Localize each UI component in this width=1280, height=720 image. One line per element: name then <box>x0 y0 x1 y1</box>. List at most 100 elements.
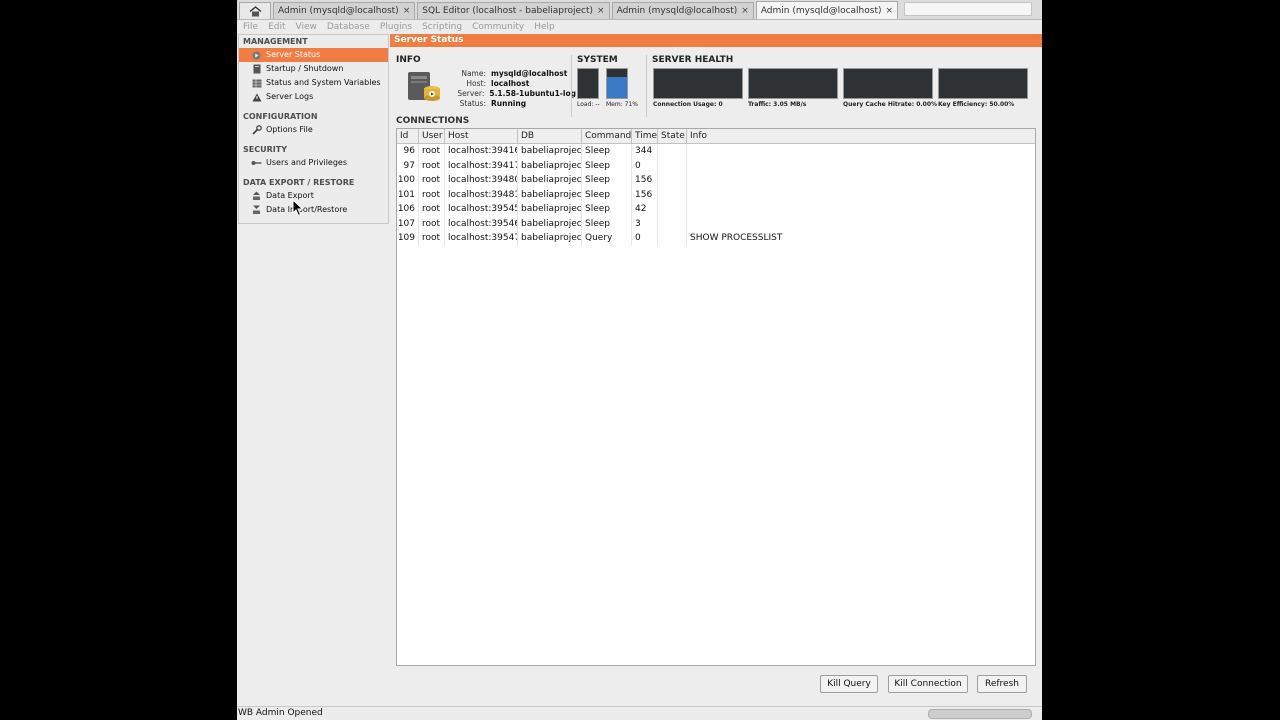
kill-connection-button[interactable]: Kill Connection <box>888 675 968 693</box>
column-header-user[interactable]: User <box>419 129 445 143</box>
column-header-db[interactable]: DB <box>518 129 582 143</box>
cell-state <box>658 158 687 173</box>
info-key: Name: <box>461 69 486 78</box>
cell-host: localhost:39546 <box>445 216 518 231</box>
sidebar-item-label: Status and System Variables <box>266 78 381 87</box>
refresh-button[interactable]: Refresh <box>977 675 1027 693</box>
info-title: INFO <box>396 55 421 65</box>
play-icon <box>251 50 262 60</box>
cell-info <box>687 217 1035 232</box>
cell-command: Sleep <box>582 202 632 217</box>
info-value: mysqld@localhost <box>491 69 568 78</box>
table-row[interactable]: 109 root localhost:39547 babeliaproject Quer… <box>397 231 1035 246</box>
table-row[interactable]: 97 root localhost:39417 babeliaproject Sleep… <box>397 158 1035 173</box>
cell-db: babeliaproject <box>518 158 582 173</box>
menu-bar: File Edit View Database Plugins Scriptin… <box>237 20 1042 34</box>
sidebar-item-data-import[interactable]: Data Import/Restore <box>239 203 388 217</box>
load-meter <box>577 68 599 99</box>
close-icon[interactable]: × <box>886 6 894 16</box>
warning-icon <box>251 92 262 102</box>
home-tab[interactable] <box>239 2 271 19</box>
table-row[interactable]: 107 root localhost:39546 babeliaproject Slee… <box>397 216 1035 232</box>
sidebar-item-data-export[interactable]: Data Export <box>239 189 388 203</box>
cell-info <box>687 188 1035 203</box>
sidebar-item-label: Data Import/Restore <box>266 205 348 214</box>
table-row[interactable]: 100 root localhost:39480 babeliaproject Slee… <box>397 173 1035 188</box>
load-label: Load: -- <box>577 101 600 108</box>
menu-edit[interactable]: Edit <box>268 22 285 32</box>
tab-bar-filler <box>904 2 1032 16</box>
table-row[interactable]: 96 root localhost:39416 babeliaproject Sleep… <box>397 144 1035 159</box>
system-panel: SYSTEM Load: -- Mem: 71% <box>571 55 641 117</box>
cell-command: Sleep <box>582 173 632 188</box>
table-header: Id User Host DB Command Time State Info <box>397 129 1035 144</box>
grid-icon <box>251 78 262 88</box>
column-header-time[interactable]: Time <box>632 129 658 143</box>
sidebar-item-label: Options File <box>266 125 313 134</box>
info-key: Host: <box>466 79 486 88</box>
column-header-info[interactable]: Info <box>687 129 1035 143</box>
cell-db: babeliaproject <box>518 173 582 188</box>
menu-database[interactable]: Database <box>327 22 370 32</box>
column-header-state[interactable]: State <box>658 129 687 143</box>
info-value: Running <box>491 99 527 108</box>
connections-title: CONNECTIONS <box>396 116 470 126</box>
table-body: 96 root localhost:39416 babeliaproject Sleep… <box>397 144 1035 246</box>
admin-sidebar: MANAGEMENT Server Status Startup / Shutd… <box>238 34 389 224</box>
page-title: Server Status <box>390 34 1042 47</box>
info-value: 5.1.58-1ubuntu1-log <box>489 89 576 98</box>
cell-time: 3 <box>632 216 658 231</box>
menu-scripting[interactable]: Scripting <box>422 22 462 32</box>
query-cache-label: Query Cache Hitrate: 0.00% <box>843 101 938 108</box>
cell-user: root <box>419 158 445 173</box>
kill-query-button[interactable]: Kill Query <box>820 675 878 693</box>
section-title-security: SECURITY <box>243 145 287 154</box>
close-icon[interactable]: × <box>597 6 605 16</box>
sidebar-item-startup-shutdown[interactable]: Startup / Shutdown <box>239 62 388 76</box>
cell-id: 100 <box>397 173 419 188</box>
table-row[interactable]: 101 root localhost:39481 babeliaproject Slee… <box>397 187 1035 203</box>
column-header-host[interactable]: Host <box>445 129 518 143</box>
section-title-management: MANAGEMENT <box>243 37 308 46</box>
sidebar-item-server-status[interactable]: Server Status <box>239 48 388 62</box>
sidebar-item-status-variables[interactable]: Status and System Variables <box>239 76 388 90</box>
tab-admin-3[interactable]: Admin (mysqld@localhost) × <box>755 1 899 19</box>
wrench-icon <box>251 125 262 135</box>
sidebar-item-users-privileges[interactable]: Users and Privileges <box>239 156 388 170</box>
close-icon[interactable]: × <box>403 6 411 16</box>
cell-id: 97 <box>397 158 419 173</box>
section-title-data-export: DATA EXPORT / RESTORE <box>243 178 355 187</box>
tab-admin-2[interactable]: Admin (mysqld@localhost) × <box>611 2 754 19</box>
cell-command: Query <box>582 231 632 246</box>
tab-sql-editor[interactable]: SQL Editor (localhost - babeliaproject) … <box>417 2 610 19</box>
column-header-id[interactable]: Id <box>397 129 419 143</box>
tab-admin-1[interactable]: Admin (mysqld@localhost) × <box>273 2 416 19</box>
server-health-title: SERVER HEALTH <box>652 55 734 65</box>
cell-id: 107 <box>397 216 419 231</box>
info-key: Status: <box>459 99 486 108</box>
cell-db: babeliaproject <box>518 216 582 231</box>
memory-label: Mem: 71% <box>606 101 638 108</box>
cell-db: babeliaproject <box>518 144 582 159</box>
connections-table[interactable]: Id User Host DB Command Time State Info … <box>396 128 1036 666</box>
cell-id: 96 <box>397 144 419 159</box>
key-efficiency-label: Key Efficiency: 50.00% <box>938 101 1015 108</box>
menu-help[interactable]: Help <box>534 22 555 32</box>
cell-db: babeliaproject <box>518 187 582 202</box>
key-efficiency-gauge <box>938 68 1028 99</box>
cell-state <box>658 173 687 188</box>
server-health-panel: SERVER HEALTH Connection Usage: 0 Traffi… <box>646 55 1038 117</box>
close-icon[interactable]: × <box>741 6 749 16</box>
menu-view[interactable]: View <box>296 22 317 32</box>
menu-plugins[interactable]: Plugins <box>380 22 412 32</box>
column-header-command[interactable]: Command <box>582 129 632 143</box>
cell-host: localhost:39547 <box>445 231 518 246</box>
table-row[interactable]: 106 root localhost:39545 babeliaproject Slee… <box>397 202 1035 217</box>
menu-community[interactable]: Community <box>472 22 524 32</box>
cell-user: root <box>419 231 445 246</box>
menu-file[interactable]: File <box>243 22 258 32</box>
sidebar-item-options-file[interactable]: Options File <box>239 123 388 137</box>
info-key: Server: <box>457 89 485 98</box>
info-row-host: Host: localhost <box>456 79 576 89</box>
sidebar-item-server-logs[interactable]: Server Logs <box>239 90 388 104</box>
